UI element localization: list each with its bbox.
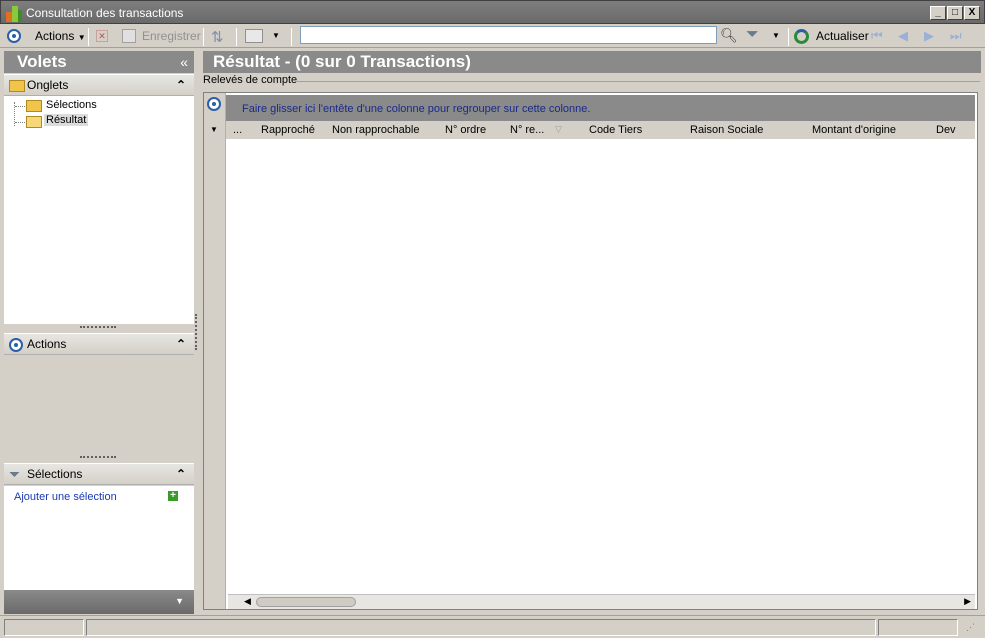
- resize-grip[interactable]: [80, 326, 116, 329]
- actions-section-header[interactable]: Actions ⌃: [4, 333, 194, 355]
- next-record-icon[interactable]: ▶: [924, 28, 934, 44]
- tree-item-resultat[interactable]: Résultat: [44, 114, 89, 126]
- resize-grip-icon[interactable]: ⋰: [966, 622, 975, 633]
- tree-line: [15, 122, 25, 123]
- splitter-grip[interactable]: [195, 314, 198, 350]
- column-header-dev[interactable]: Dev: [936, 124, 956, 136]
- title-bar: Consultation des transactions _ □ X: [0, 0, 985, 24]
- search-input[interactable]: [300, 26, 717, 44]
- status-cell: [86, 619, 876, 636]
- actions-circle-icon: [9, 338, 23, 352]
- folder-icon: [9, 80, 25, 92]
- last-record-icon[interactable]: ⏭: [950, 28, 962, 44]
- collapse-chevron-icon[interactable]: ⌃: [176, 78, 186, 92]
- print-icon[interactable]: [245, 29, 263, 43]
- toolbar-separator: [788, 28, 789, 46]
- left-panel-footer: ▼: [4, 590, 194, 614]
- window-title: Consultation des transactions: [26, 6, 184, 20]
- first-record-icon[interactable]: ⏮: [871, 28, 883, 44]
- filter-dropdown-chevron-icon[interactable]: ▼: [772, 31, 780, 40]
- scrollbar-thumb[interactable]: [256, 597, 356, 607]
- refresh-button[interactable]: Actualiser: [816, 29, 869, 43]
- onglets-tree: Sélections Résultat: [4, 96, 194, 324]
- column-header-code-tiers[interactable]: Code Tiers: [589, 124, 642, 136]
- print-dropdown-chevron-icon[interactable]: ▼: [272, 31, 280, 40]
- refresh-icon[interactable]: [794, 29, 809, 44]
- result-header: Résultat - (0 sur 0 Transactions): [203, 51, 981, 73]
- app-logo-icon: [6, 6, 22, 22]
- row-menu-chevron-icon[interactable]: ▼: [210, 125, 218, 134]
- open-folder-icon: [26, 116, 42, 128]
- onglets-title: Onglets: [27, 78, 69, 92]
- filter-icon[interactable]: ⏷: [746, 26, 759, 44]
- selections-section-title: Sélections: [27, 467, 83, 481]
- actions-menu-label: Actions: [35, 29, 75, 43]
- column-header-rapproche[interactable]: Rapproché: [261, 124, 315, 136]
- collapse-chevron-icon[interactable]: ⌃: [176, 337, 186, 351]
- delete-icon[interactable]: ✕: [96, 30, 108, 42]
- horizontal-scrollbar[interactable]: ◀ ▶: [228, 594, 975, 609]
- add-icon[interactable]: +: [168, 491, 178, 501]
- grid-column-header: ... Rapproché Non rapprochable N° ordre …: [226, 121, 975, 139]
- column-header-no-ordre[interactable]: N° ordre: [445, 124, 486, 136]
- actions-circle-icon[interactable]: [7, 29, 21, 43]
- group-by-hint: Faire glisser ici l'entête d'une colonne…: [242, 103, 591, 115]
- actions-section-body: [4, 357, 194, 453]
- scroll-right-icon[interactable]: ▶: [964, 596, 971, 607]
- toolbar-separator: [236, 28, 237, 46]
- volets-header: Volets «: [4, 51, 194, 73]
- sort-icon[interactable]: ▽: [555, 124, 562, 135]
- toolbar-separator: [203, 28, 204, 46]
- column-header-expand[interactable]: ...: [233, 124, 242, 136]
- column-header-montant-origine[interactable]: Montant d'origine: [812, 124, 896, 136]
- result-title: Résultat - (0 sur 0 Transactions): [213, 52, 471, 71]
- grid-row-selector-strip: [204, 93, 226, 609]
- filter-icon: ⏷: [9, 466, 21, 482]
- sync-icon[interactable]: ⇅: [211, 28, 224, 46]
- actions-menu-button[interactable]: Actions ▼: [35, 29, 86, 43]
- tab-divider: [297, 81, 980, 82]
- status-bar: ⋰: [0, 615, 985, 638]
- column-header-no-releve[interactable]: N° re...: [510, 124, 544, 136]
- maximize-button[interactable]: □: [947, 6, 963, 20]
- toolbar-separator: [88, 28, 89, 46]
- transactions-grid[interactable]: [203, 92, 978, 610]
- chevron-down-icon[interactable]: ▼: [175, 596, 184, 606]
- panel-title: Volets: [17, 52, 67, 71]
- toolbar-separator: [291, 28, 292, 46]
- status-cell: [4, 619, 84, 636]
- tab-releves-de-compte[interactable]: Relevés de compte: [203, 74, 297, 86]
- column-header-raison-sociale[interactable]: Raison Sociale: [690, 124, 763, 136]
- status-cell: [878, 619, 958, 636]
- collapse-panel-icon[interactable]: «: [180, 54, 188, 70]
- search-icon[interactable]: 🔍︎: [720, 27, 738, 44]
- minimize-button[interactable]: _: [930, 6, 946, 20]
- collapse-chevron-icon[interactable]: ⌃: [176, 467, 186, 481]
- tree-item-selections[interactable]: Sélections: [46, 99, 97, 111]
- actions-section-title: Actions: [27, 337, 67, 351]
- column-header-non-rapprochable[interactable]: Non rapprochable: [332, 124, 419, 136]
- save-icon[interactable]: [122, 29, 136, 43]
- onglets-section-header[interactable]: Onglets ⌃: [4, 74, 194, 96]
- previous-record-icon[interactable]: ◀: [898, 28, 908, 44]
- resize-grip[interactable]: [80, 456, 116, 459]
- selections-section-header[interactable]: ⏷ Sélections ⌃: [4, 463, 194, 485]
- chevron-down-icon: ▼: [77, 33, 86, 42]
- folder-icon: [26, 100, 42, 112]
- save-button[interactable]: Enregistrer: [142, 29, 201, 43]
- add-selection-link[interactable]: Ajouter une sélection: [14, 491, 117, 503]
- group-by-panel[interactable]: Faire glisser ici l'entête d'une colonne…: [226, 95, 975, 121]
- tree-line: [15, 106, 25, 107]
- close-button[interactable]: X: [964, 6, 980, 20]
- scroll-left-icon[interactable]: ◀: [244, 596, 251, 607]
- group-panel-icon[interactable]: [207, 97, 221, 111]
